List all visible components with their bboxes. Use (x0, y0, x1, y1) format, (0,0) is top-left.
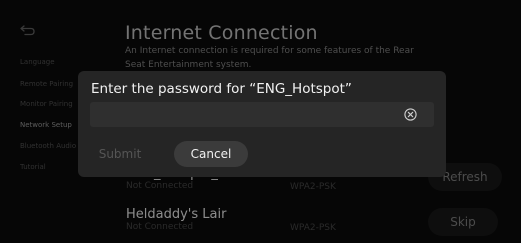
clear-circle-icon[interactable] (404, 108, 417, 121)
password-input[interactable] (90, 102, 434, 127)
dialog-title: Enter the password for “ENG_Hotspot” (91, 81, 352, 97)
screen: Language Remote Pairing Monitor Pairing … (0, 0, 521, 243)
password-dialog: Enter the password for “ENG_Hotspot” Sub… (78, 71, 446, 177)
submit-button[interactable]: Submit (92, 141, 148, 167)
cancel-button[interactable]: Cancel (174, 141, 248, 167)
